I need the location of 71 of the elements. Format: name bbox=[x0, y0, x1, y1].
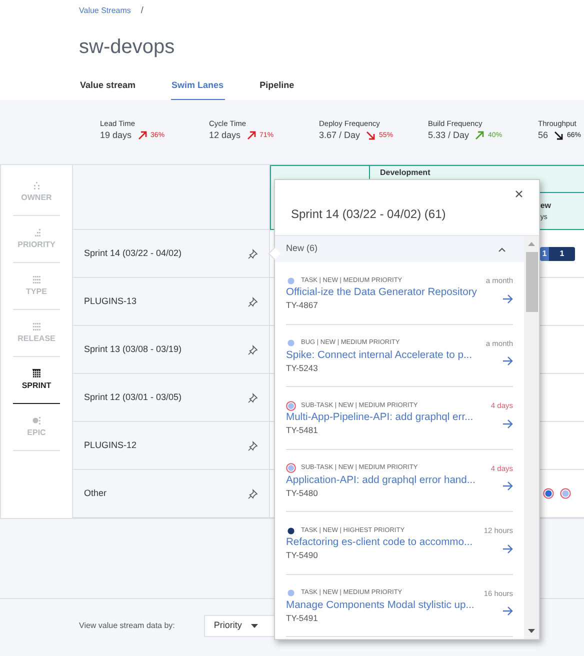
arrow-right-icon bbox=[502, 356, 512, 366]
item-id: TY-5480 bbox=[286, 488, 319, 499]
caret-icon bbox=[250, 624, 258, 628]
item-title-link[interactable]: Spike: Connect internal Accelerate to p... bbox=[286, 348, 472, 363]
close-icon bbox=[515, 190, 523, 198]
item-id: TY-5490 bbox=[286, 550, 319, 562]
scrollbar[interactable] bbox=[524, 236, 539, 639]
count-badge: 1 bbox=[549, 246, 575, 260]
open-item-button[interactable] bbox=[501, 605, 513, 618]
dot-grid-icon bbox=[32, 275, 41, 284]
item-id: TY-5481 bbox=[286, 425, 319, 436]
item-title-link[interactable]: Refactoring es-client code to accommo... bbox=[286, 536, 473, 550]
pin-icon bbox=[248, 440, 258, 450]
item-title-link[interactable]: Application-API: add graphql error hand... bbox=[286, 474, 476, 488]
arrow-right-icon bbox=[502, 606, 512, 616]
chevron-up-icon bbox=[498, 246, 506, 252]
pin-icon bbox=[248, 392, 258, 402]
item-title-link[interactable]: Official-ize the Data Generator Repository bbox=[286, 286, 477, 300]
tab[interactable]: Pipeline bbox=[258, 73, 296, 100]
tab[interactable]: Value stream bbox=[79, 73, 137, 100]
dot-grid-icon bbox=[32, 416, 41, 425]
open-item-button[interactable] bbox=[501, 542, 513, 555]
scrollbar-thumb[interactable] bbox=[526, 252, 538, 312]
count-badge: 1 bbox=[540, 246, 549, 260]
metric-value: 12 days bbox=[209, 129, 241, 142]
dot-grid-icon bbox=[32, 322, 41, 331]
pin-icon bbox=[248, 296, 258, 306]
section-header[interactable]: New (6) bbox=[275, 236, 524, 262]
lane-label: Sprint 14 (03/22 - 04/02) bbox=[84, 246, 182, 260]
scroll-up-icon bbox=[528, 242, 535, 246]
lane-label: Sprint 12 (03/01 - 03/05) bbox=[84, 390, 182, 404]
breadcrumb-link[interactable]: Value Streams bbox=[79, 5, 131, 17]
pin-icon bbox=[248, 488, 258, 498]
arrow-right-icon bbox=[502, 544, 512, 554]
arrow-right-icon bbox=[502, 418, 512, 429]
work-item-dot-icon bbox=[543, 488, 554, 499]
item-id: TY-4867 bbox=[286, 300, 319, 312]
lane-label: PLUGINS-12 bbox=[84, 438, 137, 452]
open-item-button[interactable] bbox=[501, 292, 513, 305]
work-item-dot-icon bbox=[560, 488, 571, 499]
metric-value: 56 bbox=[538, 129, 548, 142]
item-id: TY-5243 bbox=[286, 362, 319, 374]
pin-icon bbox=[248, 248, 258, 258]
item-id: TY-5491 bbox=[286, 612, 319, 624]
breadcrumb-separator: / bbox=[140, 4, 144, 18]
dot-grid-icon bbox=[32, 228, 41, 237]
lane-label: Sprint 13 (03/08 - 03/19) bbox=[84, 342, 182, 356]
view-by-label: View value stream data by: bbox=[79, 620, 175, 632]
metric-value: 5.33 / Day bbox=[428, 129, 470, 142]
open-item-button[interactable] bbox=[501, 418, 513, 430]
close-button[interactable] bbox=[514, 189, 524, 199]
page-title: sw-devops bbox=[79, 35, 176, 59]
open-item-button[interactable] bbox=[501, 355, 513, 368]
metric-value: 3.67 / Day bbox=[319, 129, 360, 142]
dot-grid-icon bbox=[32, 181, 41, 190]
popover-title: Sprint 14 (03/22 - 04/02) (61) bbox=[291, 206, 446, 222]
arrow-right-icon bbox=[502, 294, 512, 304]
arrow-right-icon bbox=[502, 481, 512, 492]
group-by-option[interactable]: SPRINT bbox=[13, 357, 60, 404]
dot-grid-icon bbox=[32, 369, 41, 378]
scroll-down-icon bbox=[528, 629, 535, 633]
tab[interactable]: Swim Lanes bbox=[170, 73, 225, 100]
item-title-link[interactable]: Manage Components Modal stylistic up... bbox=[286, 598, 474, 613]
pin-icon bbox=[248, 344, 258, 354]
open-item-button[interactable] bbox=[501, 480, 513, 492]
lane-label: Other bbox=[84, 486, 107, 500]
lane-label: PLUGINS-13 bbox=[84, 294, 137, 308]
stage-group-title: Development bbox=[379, 167, 432, 178]
item-title-link[interactable]: Multi-App-Pipeline-API: add graphql err... bbox=[286, 411, 474, 426]
stage-name: ew bbox=[540, 200, 551, 212]
metric-value: 19 days bbox=[100, 129, 132, 142]
